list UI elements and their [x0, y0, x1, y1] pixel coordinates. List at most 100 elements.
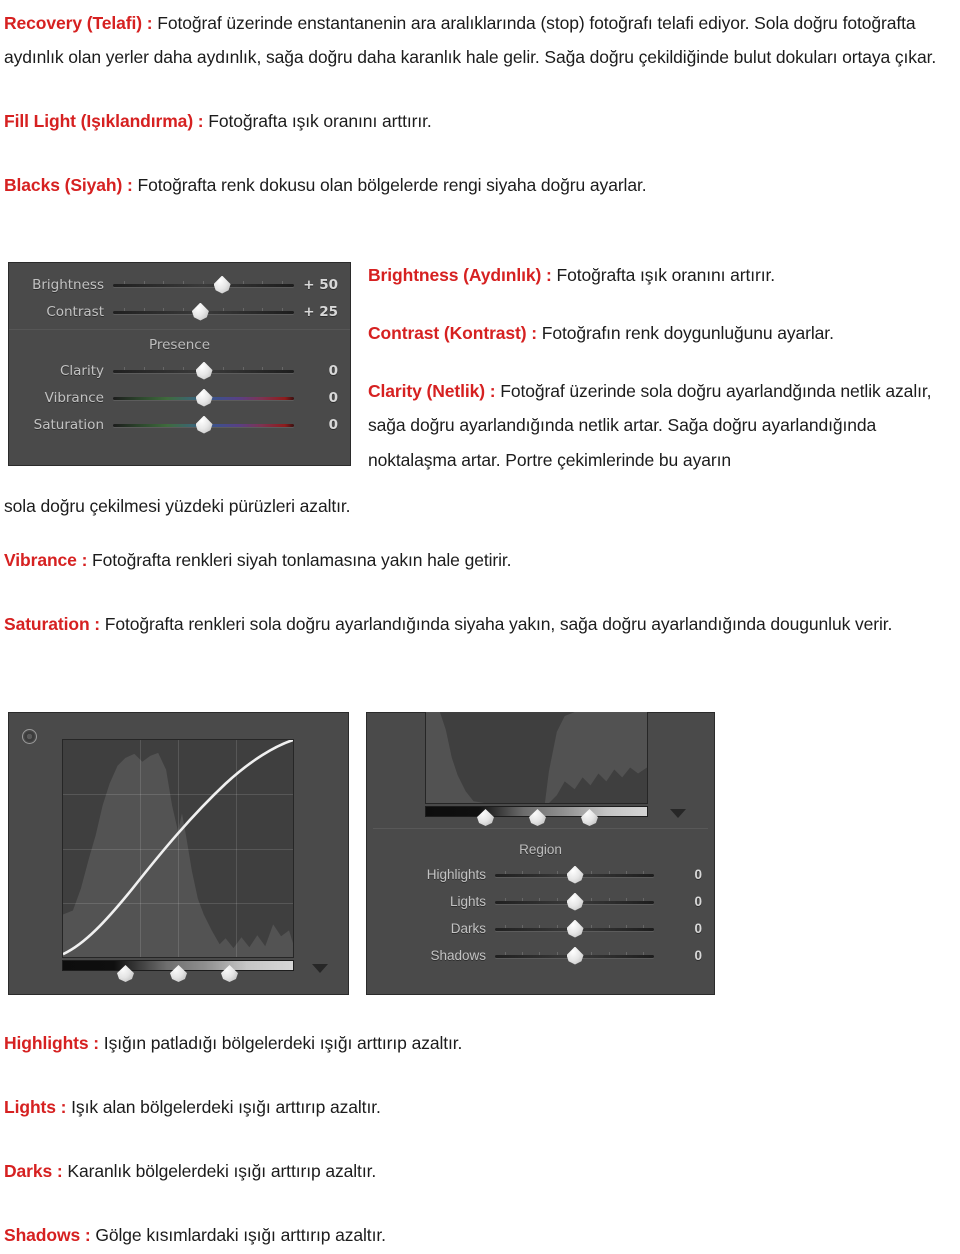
slider-value-darks[interactable]: 0 — [654, 921, 714, 936]
paragraph-shadows: Shadows : Gölge kısımlardaki ışığı arttı… — [4, 1218, 954, 1252]
slider-thumb-lights[interactable] — [566, 892, 584, 911]
desc-brightness: Fotoğrafta ışık oranını artırır. — [551, 265, 776, 285]
term-saturation: Saturation : — [4, 614, 101, 635]
basic-slider-group: Brightness + 50 Contrast + 25 — [9, 263, 350, 325]
basic-panel-descriptions: Brightness (Aydınlık) : Fotoğrafta ışık … — [368, 258, 954, 477]
slider-row-brightness[interactable]: Brightness + 50 — [9, 271, 350, 298]
triangle-down-icon[interactable] — [312, 964, 328, 973]
tone-curve-graph-crop[interactable] — [425, 712, 648, 804]
slider-track-saturation[interactable] — [113, 414, 294, 436]
slider-label-lights: Lights — [449, 894, 486, 909]
slider-label-darks: Darks — [450, 921, 486, 936]
slider-label-shadows: Shadows — [430, 948, 486, 963]
slider-thumb-darks[interactable] — [566, 919, 584, 938]
paragraph-darks: Darks : Karanlık bölgelerdeki ışığı artt… — [4, 1154, 954, 1188]
slider-thumb-vibrance[interactable] — [195, 388, 213, 407]
lightroom-tone-curve-panel-screenshot — [8, 712, 349, 995]
clarity-paragraph-tail: sola doğru çekilmesi yüzdeki pürüzleri a… — [4, 489, 954, 523]
desc-shadows: Gölge kısımlardaki ışığı arttırıp azaltı… — [90, 1225, 386, 1246]
slider-thumb-brightness[interactable] — [213, 275, 231, 294]
slider-value-clarity[interactable]: 0 — [294, 363, 350, 379]
desc-lights: Işık alan bölgelerdeki ışığı arttırıp az… — [66, 1097, 381, 1118]
slider-track-brightness[interactable] — [113, 274, 294, 296]
paragraph-highlights: Highlights : Işığın patladığı bölgelerde… — [4, 1026, 954, 1060]
slider-value-shadows[interactable]: 0 — [654, 948, 714, 963]
section-title-presence: Presence — [148, 337, 211, 353]
slider-track-highlights[interactable] — [495, 864, 654, 886]
track-ticks — [123, 280, 284, 284]
slider-track-darks[interactable] — [495, 918, 654, 940]
targeted-adjustment-icon[interactable] — [22, 729, 37, 744]
paragraph-blacks: Blacks (Siyah) : Fotoğrafta renk dokusu … — [4, 168, 952, 202]
slider-row-clarity[interactable]: Clarity 0 — [9, 357, 350, 384]
tone-curve-graph[interactable] — [62, 739, 294, 958]
term-blacks: Blacks (Siyah) : — [4, 175, 133, 196]
slider-row-darks[interactable]: Darks 0 — [367, 915, 714, 942]
track-fill — [113, 283, 294, 287]
presence-descriptions: Vibrance : Fotoğrafta renkleri siyah ton… — [4, 543, 954, 641]
slider-thumb-shadows[interactable] — [566, 946, 584, 965]
term-clarity: Clarity (Netlik) : — [368, 381, 496, 402]
histogram-shape — [426, 712, 647, 803]
slider-value-saturation[interactable]: 0 — [294, 417, 350, 433]
slider-value-vibrance[interactable]: 0 — [294, 390, 350, 406]
slider-value-brightness[interactable]: + 50 — [294, 277, 350, 293]
presence-slider-group: Presence Clarity 0 Vibrance 0 Saturation… — [9, 330, 350, 448]
section-title-region: Region — [519, 842, 562, 857]
slider-row-shadows[interactable]: Shadows 0 — [367, 942, 714, 969]
slider-thumb-saturation[interactable] — [195, 415, 213, 434]
slider-track-contrast[interactable] — [113, 301, 294, 323]
slider-row-contrast[interactable]: Contrast + 25 — [9, 298, 350, 325]
paragraph-saturation: Saturation : Fotoğrafta renkleri sola do… — [4, 607, 954, 641]
slider-label-clarity: Clarity — [59, 362, 104, 379]
slider-value-contrast[interactable]: + 25 — [294, 304, 350, 320]
paragraph-recovery: Recovery (Telafi) : Fotoğraf üzerinde en… — [4, 6, 952, 74]
paragraph-fill-light: Fill Light (Işıklandırma) : Fotoğrafta ı… — [4, 104, 952, 138]
paragraph-lights: Lights : Işık alan bölgelerdeki ışığı ar… — [4, 1090, 954, 1124]
slider-thumb-highlights[interactable] — [566, 865, 584, 884]
triangle-down-icon[interactable] — [670, 809, 686, 818]
term-recovery: Recovery (Telafi) : — [4, 13, 153, 33]
slider-label-saturation: Saturation — [33, 416, 104, 433]
desc-vibrance: Fotoğrafta renkleri siyah tonlamasına ya… — [87, 550, 512, 570]
desc-highlights: Işığın patladığı bölgelerdeki ışığı artt… — [99, 1033, 463, 1053]
slider-label-vibrance: Vibrance — [44, 389, 104, 406]
term-contrast: Contrast (Kontrast) : — [368, 323, 538, 344]
slider-row-lights[interactable]: Lights 0 — [367, 888, 714, 915]
clarity-tail-text: sola doğru çekilmesi yüzdeki pürüzleri a… — [4, 496, 351, 516]
slider-row-highlights[interactable]: Highlights 0 — [367, 861, 714, 888]
paragraph-vibrance: Vibrance : Fotoğrafta renkleri siyah ton… — [4, 543, 954, 577]
slider-track-clarity[interactable] — [113, 360, 294, 382]
desc-darks: Karanlık bölgelerdeki ışığı arttırıp aza… — [62, 1161, 377, 1182]
slider-track-lights[interactable] — [495, 891, 654, 913]
slider-value-highlights[interactable]: 0 — [654, 867, 714, 882]
slider-thumb-contrast[interactable] — [191, 302, 209, 321]
slider-track-vibrance[interactable] — [113, 387, 294, 409]
slider-value-lights[interactable]: 0 — [654, 894, 714, 909]
desc-blacks: Fotoğrafta renk dokusu olan bölgelerde r… — [132, 175, 647, 196]
slider-label-contrast: Contrast — [46, 303, 104, 320]
tone-curve-line[interactable] — [63, 740, 293, 957]
region-slider-group: Region Highlights 0 Lights 0 Darks 0 Sha… — [367, 835, 714, 969]
term-shadows: Shadows : — [4, 1225, 91, 1246]
slider-row-saturation[interactable]: Saturation 0 — [9, 411, 350, 438]
term-brightness: Brightness (Aydınlık) : — [368, 265, 552, 285]
slider-thumb-clarity[interactable] — [195, 361, 213, 380]
term-highlights: Highlights : — [4, 1033, 100, 1053]
desc-fill-light: Fotoğrafta ışık oranını arttırır. — [203, 111, 432, 132]
lightroom-basic-panel-screenshot: Brightness + 50 Contrast + 25 Presence C… — [8, 262, 351, 466]
term-lights: Lights : — [4, 1097, 67, 1118]
histogram — [426, 712, 647, 803]
region-descriptions: Highlights : Işığın patladığı bölgelerde… — [4, 1026, 954, 1253]
term-darks: Darks : — [4, 1161, 63, 1182]
lightroom-region-panel-screenshot: Region Highlights 0 Lights 0 Darks 0 Sha… — [366, 712, 715, 995]
slider-row-vibrance[interactable]: Vibrance 0 — [9, 384, 350, 411]
desc-contrast: Fotoğrafın renk doygunluğunu ayarlar. — [537, 323, 834, 344]
slider-track-shadows[interactable] — [495, 945, 654, 967]
slider-label-brightness: Brightness — [32, 276, 104, 293]
paragraph-contrast: Contrast (Kontrast) : Fotoğrafın renk do… — [368, 316, 954, 350]
